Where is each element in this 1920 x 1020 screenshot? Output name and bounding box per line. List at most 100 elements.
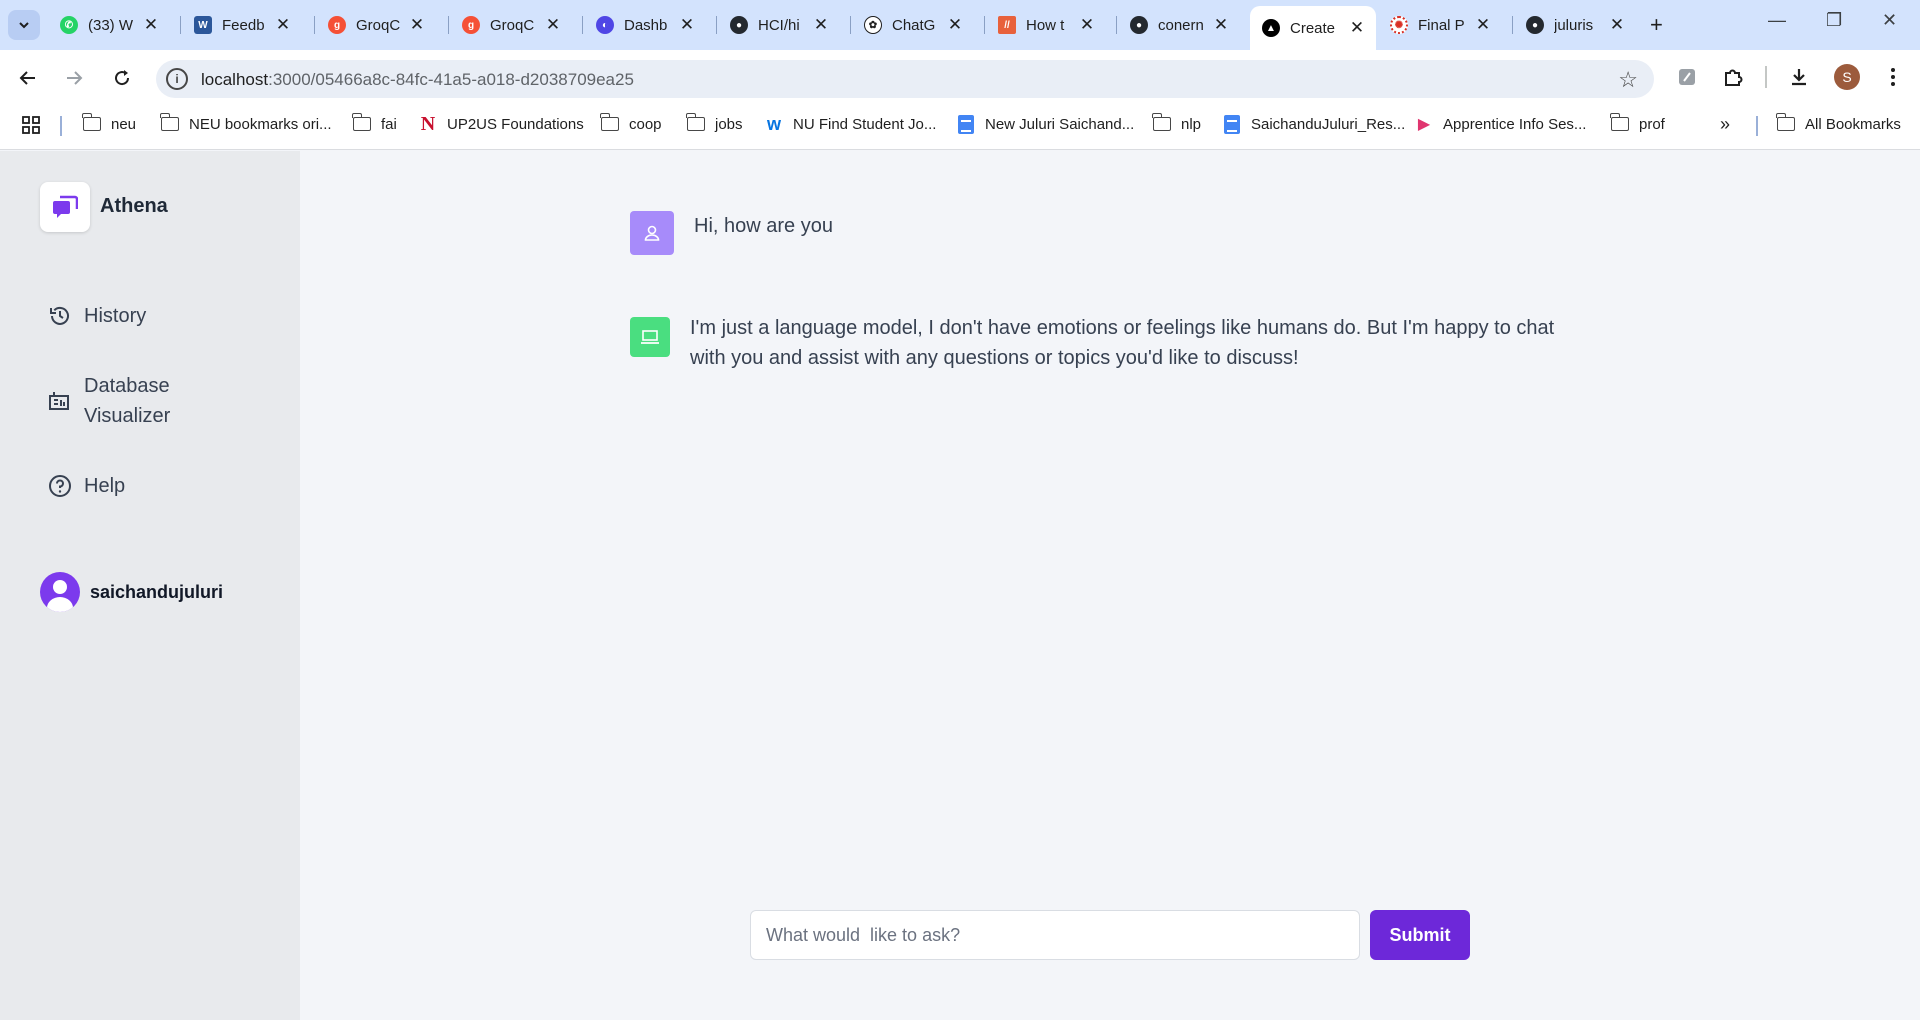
close-icon[interactable]: ✕ bbox=[274, 15, 292, 35]
tab-search-button[interactable] bbox=[8, 10, 40, 40]
bookmark-label: fai bbox=[381, 115, 397, 133]
help-icon bbox=[48, 471, 74, 501]
sidebar-item-help[interactable]: Help bbox=[48, 471, 125, 501]
tab-conern-github[interactable]: ● conern ✕ bbox=[1118, 8, 1240, 42]
bookmark-jobs[interactable]: jobs bbox=[686, 113, 743, 135]
tab-label: GroqC bbox=[490, 16, 535, 34]
bookmark-fai[interactable]: fai bbox=[352, 113, 397, 135]
folder-icon bbox=[352, 113, 372, 134]
url-text[interactable]: localhost:3000/05466a8c-84fc-41a5-a018-d… bbox=[201, 70, 634, 90]
address-bar[interactable]: i localhost:3000/05466a8c-84fc-41a5-a018… bbox=[156, 60, 1654, 98]
reload-icon bbox=[115, 70, 130, 86]
app-logo[interactable] bbox=[40, 182, 90, 232]
all-bookmarks[interactable]: All Bookmarks bbox=[1776, 113, 1901, 135]
tab-hci-github[interactable]: ● HCI/hi ✕ bbox=[718, 8, 840, 42]
close-icon[interactable]: ✕ bbox=[946, 15, 964, 35]
tab-dashboard[interactable]: ◐ Dashb ✕ bbox=[584, 8, 706, 42]
bookmark-resume[interactable]: SaichanduJuluri_Res... bbox=[1222, 113, 1405, 135]
bookmark-label: coop bbox=[629, 115, 662, 133]
extension-sheet-icon[interactable] bbox=[1672, 62, 1702, 92]
extensions-puzzle-icon[interactable] bbox=[1718, 62, 1748, 92]
message-text: Hi, how are you bbox=[694, 215, 833, 237]
close-icon[interactable]: ✕ bbox=[812, 15, 830, 35]
triangle-icon: ▲ bbox=[1262, 19, 1280, 37]
close-icon[interactable]: ✕ bbox=[1078, 15, 1096, 35]
bookmark-up2us[interactable]: N UP2US Foundations bbox=[418, 113, 584, 135]
back-button[interactable] bbox=[14, 64, 42, 92]
sidebar-item-label: Database Visualizer bbox=[84, 375, 171, 427]
close-icon[interactable]: ✕ bbox=[1474, 15, 1492, 35]
tab-howto[interactable]: // How t ✕ bbox=[986, 8, 1106, 42]
play-icon: ▶ bbox=[1417, 116, 1431, 133]
submit-button[interactable]: Submit bbox=[1370, 910, 1470, 960]
tab-groq-2[interactable]: g GroqC ✕ bbox=[450, 8, 572, 42]
close-icon[interactable]: ✕ bbox=[142, 15, 160, 35]
profile-button[interactable]: S bbox=[1832, 62, 1862, 92]
bookmark-coop[interactable]: coop bbox=[600, 113, 662, 135]
avatar bbox=[40, 572, 80, 612]
bookmark-neu-bookmarks[interactable]: NEU bookmarks ori... bbox=[160, 113, 332, 135]
bookmark-label: Apprentice Info Ses... bbox=[1443, 115, 1587, 133]
user-avatar bbox=[630, 211, 674, 255]
close-icon[interactable]: ✕ bbox=[1608, 15, 1626, 35]
close-icon[interactable]: ✕ bbox=[678, 15, 696, 35]
chat-message-user: Hi, how are you bbox=[630, 211, 1570, 255]
apps-grid-icon[interactable] bbox=[22, 116, 40, 139]
bookmark-divider bbox=[60, 116, 62, 136]
tab-juluris-github[interactable]: ● juluris ✕ bbox=[1514, 8, 1636, 42]
folder-icon bbox=[1152, 113, 1172, 134]
bookmark-nlp[interactable]: nlp bbox=[1152, 113, 1201, 135]
sidebar-item-label: Help bbox=[84, 475, 126, 497]
bookmark-neu[interactable]: neu bbox=[82, 113, 136, 135]
bookmark-label: prof bbox=[1639, 115, 1665, 133]
close-icon[interactable]: ✕ bbox=[1212, 15, 1230, 35]
bookmark-label: jobs bbox=[715, 115, 743, 133]
bookmark-label: nlp bbox=[1181, 115, 1202, 133]
tab-label: How t bbox=[1026, 16, 1065, 34]
browser-menu-icon[interactable] bbox=[1878, 62, 1908, 92]
user-profile[interactable]: saichandujuluri bbox=[40, 572, 223, 612]
new-tab-plus-icon[interactable]: + bbox=[1650, 12, 1663, 38]
username: saichandujuluri bbox=[90, 581, 224, 602]
minimize-icon[interactable]: — bbox=[1768, 10, 1786, 31]
chat-input[interactable] bbox=[750, 910, 1360, 960]
sidebar: Athena History Database Visualizer Help … bbox=[0, 151, 300, 1020]
site-info-icon[interactable]: i bbox=[166, 68, 188, 90]
bookmark-star-icon[interactable]: ☆ bbox=[1618, 67, 1638, 93]
close-icon[interactable]: ✕ bbox=[408, 15, 426, 35]
chat-bubbles-icon bbox=[53, 195, 78, 218]
bookmark-label: neu bbox=[111, 115, 137, 133]
sidebar-item-database-visualizer[interactable]: Database Visualizer bbox=[48, 371, 198, 431]
bookmark-label: New Juluri Saichand... bbox=[985, 115, 1135, 133]
history-icon bbox=[48, 301, 74, 331]
tab-groq-1[interactable]: g GroqC ✕ bbox=[316, 8, 436, 42]
reload-button[interactable] bbox=[108, 64, 136, 92]
tab-label: (33) W bbox=[88, 16, 133, 34]
close-icon[interactable]: ✕ bbox=[544, 15, 562, 35]
tab-whatsapp[interactable]: ✆ (33) W ✕ bbox=[48, 8, 170, 42]
bookmark-apprentice[interactable]: ▶ Apprentice Info Ses... bbox=[1414, 113, 1587, 135]
downloads-icon[interactable] bbox=[1784, 62, 1814, 92]
forward-button[interactable] bbox=[60, 64, 88, 92]
tab-final[interactable]: ✺ Final P ✕ bbox=[1378, 8, 1502, 42]
restore-icon[interactable]: ❐ bbox=[1826, 10, 1842, 31]
close-icon[interactable]: ✕ bbox=[1348, 18, 1366, 38]
folder-icon bbox=[600, 113, 620, 134]
bookmark-nu-find-jobs[interactable]: w NU Find Student Jo... bbox=[764, 113, 936, 135]
laptop-icon bbox=[641, 330, 659, 344]
url-host: localhost bbox=[201, 70, 269, 89]
bookmark-new-juluri[interactable]: New Juluri Saichand... bbox=[956, 113, 1134, 135]
more-bookmarks-button[interactable]: » bbox=[1720, 113, 1730, 135]
person-icon bbox=[644, 225, 660, 241]
folder-icon bbox=[1776, 113, 1796, 134]
tab-feedback[interactable]: W Feedb ✕ bbox=[182, 8, 302, 42]
sidebar-item-history[interactable]: History bbox=[48, 301, 146, 331]
window-close-icon[interactable]: ✕ bbox=[1882, 10, 1897, 31]
bookmark-label: SaichanduJuluri_Res... bbox=[1251, 115, 1406, 133]
tab-chatgpt[interactable]: ✿ ChatG ✕ bbox=[852, 8, 974, 42]
tab-create-active[interactable]: ▲ Create ✕ bbox=[1250, 6, 1376, 50]
bookmark-prof[interactable]: prof bbox=[1610, 113, 1665, 135]
openai-icon: ✿ bbox=[864, 16, 882, 34]
chevron-down-icon bbox=[19, 22, 29, 29]
tab-label: Dashb bbox=[624, 16, 668, 34]
